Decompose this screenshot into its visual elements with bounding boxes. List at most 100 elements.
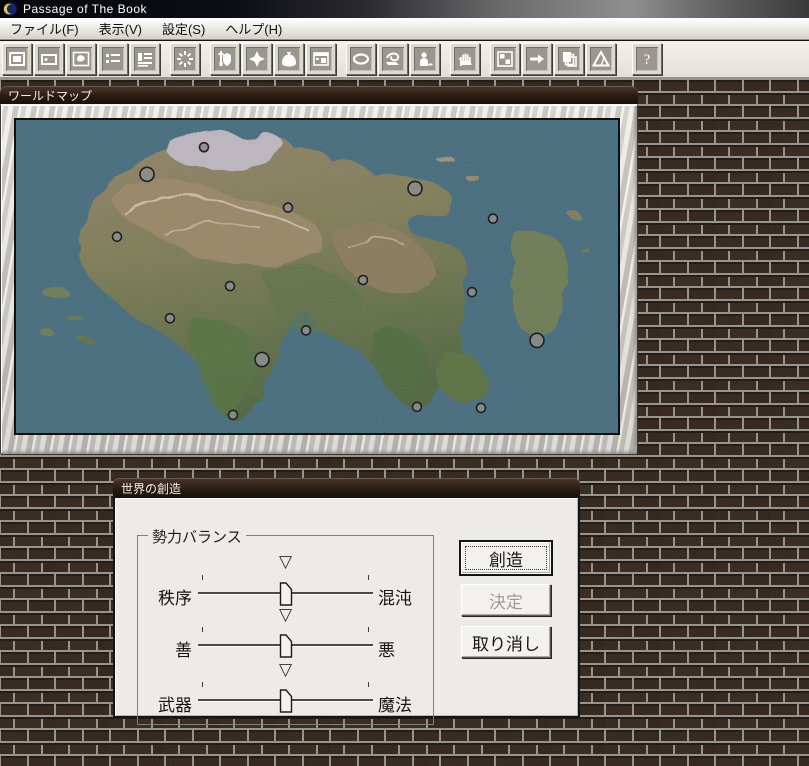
form-window-button[interactable]	[306, 43, 336, 75]
toolbar-group-help: ?	[632, 43, 664, 75]
worldmap-frame	[0, 104, 638, 455]
good-evil-slider-thumb[interactable]	[279, 634, 292, 658]
tiles-button[interactable]	[490, 43, 520, 75]
app-titlebar[interactable]: Passage of The Book	[0, 0, 809, 18]
map-marker[interactable]	[413, 402, 422, 411]
map-marker[interactable]	[255, 352, 269, 366]
slider-center-marker: ▽	[279, 607, 292, 624]
good-label: 善	[138, 636, 192, 661]
window-button[interactable]	[2, 43, 32, 75]
grab-hand-button[interactable]	[450, 43, 480, 75]
menu-view[interactable]: 表示(V)	[89, 18, 152, 39]
toolbar: ?	[0, 41, 809, 78]
tick-right	[368, 682, 369, 687]
map-marker[interactable]	[284, 203, 293, 212]
tick-left	[202, 682, 203, 687]
menu-file[interactable]: ファイル(F)	[0, 18, 89, 39]
slider-center-marker: ▽	[279, 662, 292, 679]
dialog-body: 勢力バランス ▽ 秩序 混沌 ▽ 善 悪	[113, 498, 580, 718]
toolbar-group-people	[346, 43, 442, 75]
evil-label: 悪	[378, 636, 395, 661]
stack-icon	[558, 47, 580, 71]
order-chaos-slider-thumb[interactable]	[279, 582, 292, 606]
tiles-icon	[494, 47, 516, 71]
app-title: Passage of The Book	[23, 2, 147, 16]
toolbar-group-hand	[450, 43, 482, 75]
menubar: ファイル(F) 表示(V) 設定(S) ヘルプ(H)	[0, 18, 809, 40]
balance-groupbox: 勢力バランス ▽ 秩序 混沌 ▽ 善 悪	[137, 535, 434, 725]
map-button[interactable]	[66, 43, 96, 75]
starburst-icon	[174, 47, 196, 71]
form-window-icon	[310, 47, 332, 71]
window-icon	[6, 47, 28, 71]
map-marker[interactable]	[140, 167, 154, 181]
help-button[interactable]: ?	[632, 43, 662, 75]
person-icon	[414, 47, 436, 71]
tick-left	[202, 627, 203, 632]
create-button[interactable]: 創造	[461, 542, 551, 574]
money-bag-icon	[278, 47, 300, 71]
cancel-button[interactable]: 取り消し	[461, 626, 551, 658]
sword-shield-button[interactable]	[210, 43, 240, 75]
sparkle-icon	[246, 47, 268, 71]
dialog-title: 世界の創造	[113, 480, 181, 497]
world-creation-dialog: 世界の創造 勢力バランス ▽ 秩序 混沌 ▽	[113, 478, 580, 718]
map-marker[interactable]	[359, 275, 368, 284]
svg-text:?: ?	[644, 52, 651, 68]
stack-button[interactable]	[554, 43, 584, 75]
tick-right	[368, 627, 369, 632]
map-marker[interactable]	[408, 181, 422, 195]
mountain-icon	[590, 47, 612, 71]
screen: Passage of The Book ファイル(F) 表示(V) 設定(S) …	[0, 0, 809, 766]
map-icon	[70, 47, 92, 71]
arrow-right-icon	[526, 47, 548, 71]
map-marker[interactable]	[166, 314, 175, 323]
arrow-right-button[interactable]	[522, 43, 552, 75]
toolbar-group-windows	[2, 43, 162, 75]
map-marker[interactable]	[489, 214, 498, 223]
toolbar-group-new	[170, 43, 202, 75]
worldmap-window: ワールドマップ	[0, 86, 638, 455]
hand-item-icon	[382, 47, 404, 71]
map-marker[interactable]	[302, 326, 311, 335]
confirm-button[interactable]: 決定	[461, 584, 551, 616]
ring-icon	[350, 47, 372, 71]
report-button[interactable]	[130, 43, 160, 75]
crescent-moon-icon	[3, 2, 17, 16]
magic-label: 魔法	[378, 691, 412, 716]
money-bag-button[interactable]	[274, 43, 304, 75]
sword-shield-icon	[214, 47, 236, 71]
map-marker[interactable]	[200, 143, 209, 152]
worldmap-canvas[interactable]	[14, 118, 620, 435]
map-marker[interactable]	[226, 282, 235, 291]
tick-left	[202, 575, 203, 580]
map-marker[interactable]	[468, 288, 477, 297]
worldmap-title: ワールドマップ	[0, 87, 92, 104]
sparkle-button[interactable]	[242, 43, 272, 75]
starburst-button[interactable]	[170, 43, 200, 75]
list-icon	[102, 47, 124, 71]
toolbar-group-items	[210, 43, 338, 75]
map-marker[interactable]	[113, 232, 122, 241]
dialog-titlebar[interactable]: 世界の創造	[113, 478, 580, 498]
tick-right	[368, 575, 369, 580]
weapons-magic-slider-thumb[interactable]	[279, 689, 292, 713]
worldmap-titlebar[interactable]: ワールドマップ	[0, 86, 638, 104]
map-marker[interactable]	[530, 333, 544, 347]
hand-item-button[interactable]	[378, 43, 408, 75]
menu-help[interactable]: ヘルプ(H)	[215, 18, 292, 39]
person-button[interactable]	[410, 43, 440, 75]
menu-settings[interactable]: 設定(S)	[152, 18, 215, 39]
map-marker[interactable]	[229, 410, 238, 419]
chaos-label: 混沌	[378, 584, 412, 609]
mountain-button[interactable]	[586, 43, 616, 75]
weapons-label: 武器	[138, 691, 192, 716]
ring-button[interactable]	[346, 43, 376, 75]
slider-center-marker: ▽	[279, 554, 292, 571]
map-marker[interactable]	[477, 403, 486, 412]
worldmap-svg	[16, 120, 618, 433]
list-button[interactable]	[98, 43, 128, 75]
balance-group-label: 勢力バランス	[148, 526, 246, 547]
toolbar-group-world	[490, 43, 618, 75]
card-button[interactable]	[34, 43, 64, 75]
